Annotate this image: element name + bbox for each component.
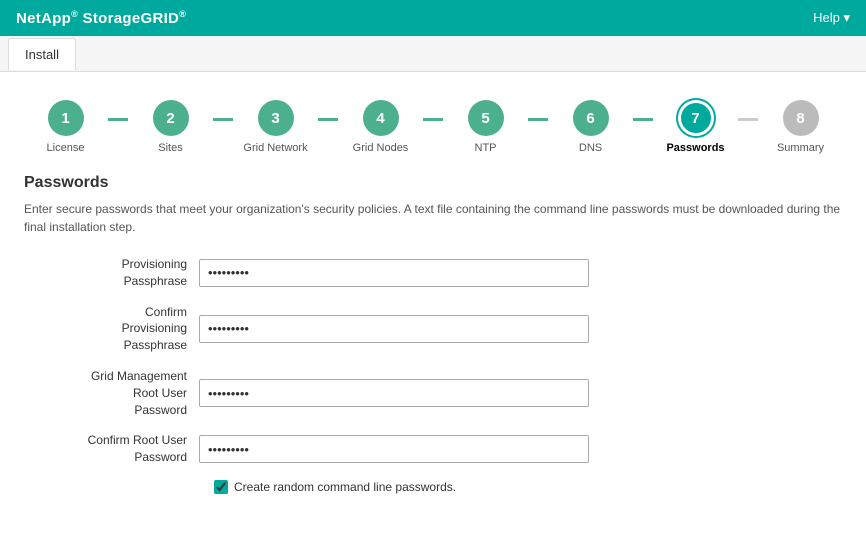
random-passwords-row: Create random command line passwords. [44, 480, 842, 494]
step-7-label: Passwords [666, 142, 724, 154]
step-6[interactable]: 6 DNS [548, 100, 633, 154]
confirm-root-password-row: Confirm Root UserPassword [44, 432, 842, 466]
confirm-provisioning-passphrase-row: ConfirmProvisioningPassphrase [44, 304, 842, 354]
step-5-label: NTP [475, 142, 497, 154]
step-5-circle: 5 [468, 100, 504, 136]
connector-1-2 [108, 118, 128, 121]
stepper: 1 License 2 Sites 3 Grid Network 4 Grid … [24, 88, 842, 174]
step-2[interactable]: 2 Sites [128, 100, 213, 154]
step-1[interactable]: 1 License [23, 100, 108, 154]
app-header: NetApp® StorageGRID® Help [0, 0, 866, 36]
grid-mgmt-root-password-row: Grid ManagementRoot UserPassword [44, 368, 842, 418]
step-2-label: Sites [158, 142, 182, 154]
grid-mgmt-root-password-label: Grid ManagementRoot UserPassword [44, 368, 199, 418]
provisioning-passphrase-input[interactable] [199, 259, 589, 287]
step-1-label: License [47, 142, 85, 154]
step-7-circle: 7 [678, 100, 714, 136]
step-6-label: DNS [579, 142, 602, 154]
grid-mgmt-root-password-input[interactable] [199, 379, 589, 407]
app-logo: NetApp® StorageGRID® [16, 9, 186, 27]
page-title: Passwords [24, 174, 842, 192]
step-1-circle: 1 [48, 100, 84, 136]
step-4-label: Grid Nodes [353, 142, 409, 154]
connector-4-5 [423, 118, 443, 121]
step-7[interactable]: 7 Passwords [653, 100, 738, 154]
step-4[interactable]: 4 Grid Nodes [338, 100, 423, 154]
confirm-provisioning-passphrase-label: ConfirmProvisioningPassphrase [44, 304, 199, 354]
connector-5-6 [528, 118, 548, 121]
connector-2-3 [213, 118, 233, 121]
connector-7-8 [738, 118, 758, 121]
confirm-root-password-input[interactable] [199, 435, 589, 463]
step-8[interactable]: 8 Summary [758, 100, 843, 154]
step-8-label: Summary [777, 142, 824, 154]
step-5[interactable]: 5 NTP [443, 100, 528, 154]
random-passwords-label: Create random command line passwords. [234, 480, 456, 494]
passwords-form: ProvisioningPassphrase ConfirmProvisioni… [24, 256, 842, 494]
step-3[interactable]: 3 Grid Network [233, 100, 318, 154]
tab-bar: Install [0, 36, 866, 72]
main-content: 1 License 2 Sites 3 Grid Network 4 Grid … [0, 72, 866, 510]
step-3-label: Grid Network [243, 142, 307, 154]
provisioning-passphrase-row: ProvisioningPassphrase [44, 256, 842, 290]
random-passwords-checkbox[interactable] [214, 480, 228, 494]
connector-3-4 [318, 118, 338, 121]
confirm-root-password-label: Confirm Root UserPassword [44, 432, 199, 466]
help-menu[interactable]: Help [813, 10, 850, 26]
step-4-circle: 4 [363, 100, 399, 136]
confirm-provisioning-passphrase-input[interactable] [199, 315, 589, 343]
page-description: Enter secure passwords that meet your or… [24, 200, 842, 236]
step-8-circle: 8 [783, 100, 819, 136]
step-3-circle: 3 [258, 100, 294, 136]
provisioning-passphrase-label: ProvisioningPassphrase [44, 256, 199, 290]
tab-install[interactable]: Install [8, 38, 76, 70]
step-2-circle: 2 [153, 100, 189, 136]
step-6-circle: 6 [573, 100, 609, 136]
connector-6-7 [633, 118, 653, 121]
